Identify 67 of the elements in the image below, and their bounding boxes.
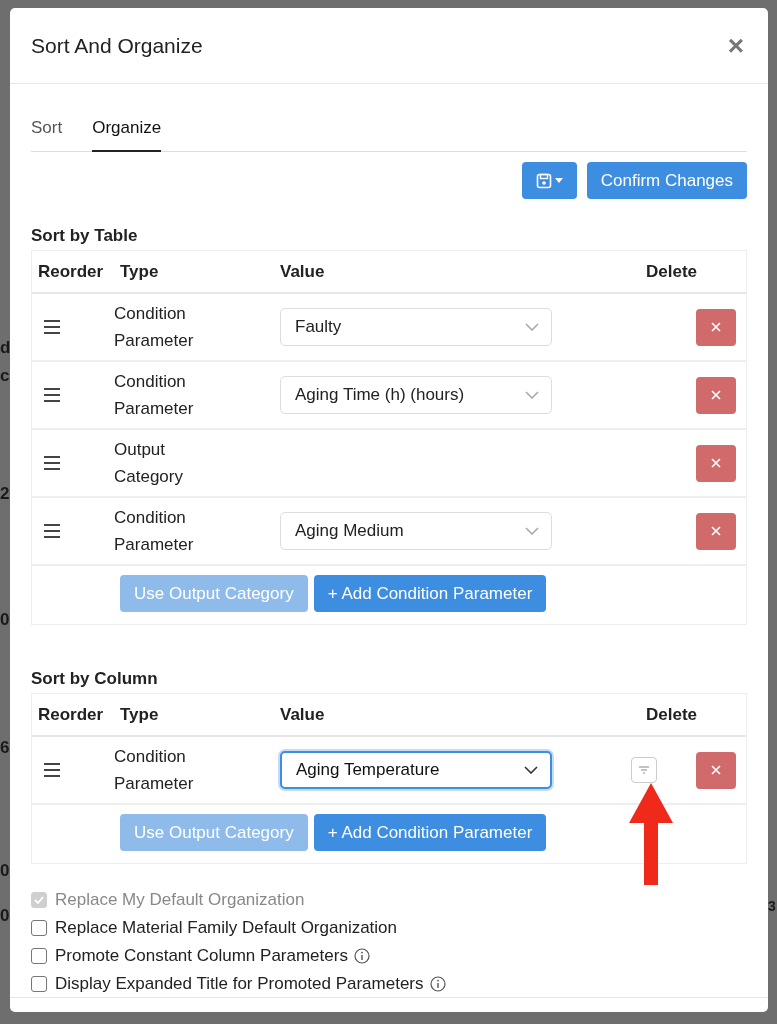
value-dropdown[interactable]: Aging Medium [280, 512, 552, 550]
close-icon [711, 390, 721, 400]
column-header: Value [279, 261, 326, 282]
background-text: 2 [0, 484, 10, 504]
value-dropdown[interactable]: Aging Temperature [280, 751, 552, 789]
drag-handle-icon [44, 763, 60, 777]
background-text: 0 [0, 906, 10, 926]
background-text: d [0, 338, 11, 358]
section-title: Sort by Table [31, 226, 139, 246]
checkmark-icon [34, 896, 44, 904]
dialog-title: Sort And Organize [31, 33, 203, 58]
drag-handle-icon [44, 524, 60, 538]
value-dropdown[interactable]: Faulty [280, 308, 552, 346]
type-label: Condition Parameter [114, 507, 195, 556]
checkbox[interactable] [31, 948, 47, 964]
checkbox-label: Replace Material Family Default Organization [55, 918, 398, 938]
delete-button[interactable] [696, 751, 736, 789]
caret-icon [554, 178, 563, 183]
delete-button[interactable] [696, 444, 736, 482]
background-text: c [0, 366, 10, 386]
delete-button[interactable] [696, 308, 736, 346]
checkbox-label: Replace My Default Organization [55, 890, 305, 910]
close-icon [711, 765, 721, 775]
type-label: Output Category [114, 439, 184, 488]
type-label: Condition Parameter [114, 371, 195, 420]
column-header: Delete [645, 704, 698, 725]
dropdown-value: Faulty [295, 317, 342, 337]
close-icon [711, 526, 721, 536]
column-header: Reorder [37, 261, 105, 282]
background-text: 0 [0, 610, 10, 630]
delete-button[interactable] [696, 376, 736, 414]
chevron-down-icon [525, 527, 539, 535]
dropdown-value: Aging Medium [295, 521, 404, 541]
save-dropdown-button[interactable] [521, 162, 577, 199]
background-text: 3 [768, 898, 776, 914]
background-text: 0 [0, 861, 10, 881]
dropdown-value: Aging Temperature [296, 760, 440, 780]
column-header: Type [119, 261, 160, 282]
drag-handle-icon [44, 320, 60, 334]
drag-handle-icon [44, 456, 60, 470]
checkbox[interactable] [31, 920, 47, 936]
section-title: Sort by Column [31, 669, 159, 689]
chevron-down-icon [524, 766, 538, 774]
save-icon [535, 172, 552, 189]
chevron-down-icon [525, 323, 539, 331]
type-label: Condition Parameter [114, 746, 195, 795]
value-dropdown[interactable]: Aging Time (h) (hours) [280, 376, 552, 414]
column-header: Delete [645, 261, 698, 282]
dropdown-value: Aging Time (h) (hours) [295, 385, 465, 405]
column-header: Type [119, 704, 160, 725]
close-icon [711, 322, 721, 332]
background-text: 6 [0, 738, 10, 758]
tab[interactable]: Organize [92, 108, 162, 152]
close-icon [711, 458, 721, 468]
checkbox[interactable] [31, 976, 47, 992]
drag-handle-icon [44, 388, 60, 402]
checkbox-label: Promote Constant Column Parameters [55, 946, 348, 966]
column-header: Reorder [37, 704, 105, 725]
tab[interactable]: Sort [31, 108, 63, 152]
type-label: Condition Parameter [114, 303, 195, 352]
column-header: Value [279, 704, 326, 725]
delete-button[interactable] [696, 512, 736, 550]
checkbox-label: Display Expanded Title for Promoted Parameters [55, 974, 424, 994]
close-button[interactable]: × [727, 31, 744, 60]
chevron-down-icon [525, 391, 539, 399]
filter-button[interactable] [631, 757, 657, 783]
filter-icon [639, 766, 649, 774]
